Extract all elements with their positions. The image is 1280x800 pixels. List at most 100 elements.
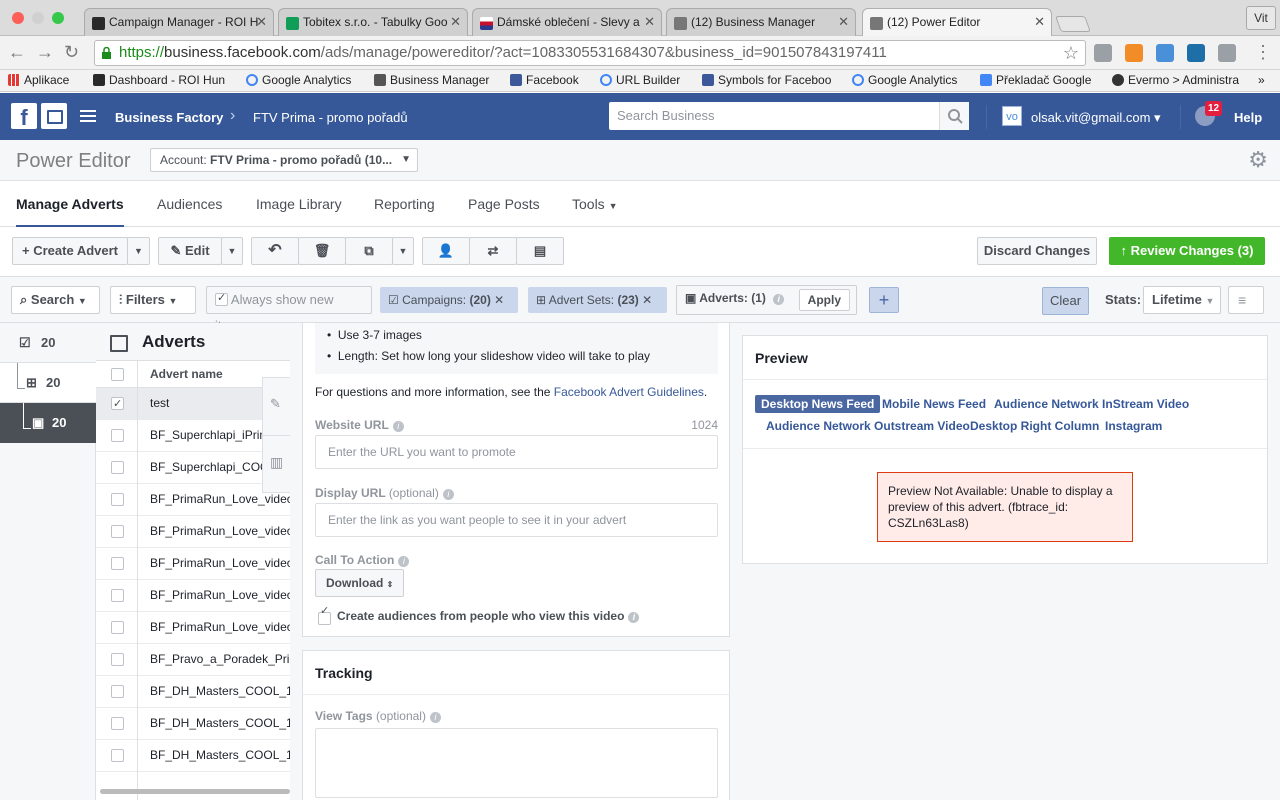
row-checkbox[interactable]	[111, 653, 124, 666]
edit-dropdown-button[interactable]: ▼	[221, 237, 243, 265]
level-adverts[interactable]: ▣ 20	[0, 403, 96, 443]
row-checkbox[interactable]	[111, 461, 124, 474]
tab-page-posts[interactable]: Page Posts	[468, 196, 540, 212]
review-changes-button[interactable]: ↑ Review Changes (3)	[1109, 237, 1265, 265]
tab-tools[interactable]: Tools ▼	[572, 196, 618, 212]
close-tab-icon[interactable]: ✕	[1034, 14, 1045, 30]
create-dropdown-button[interactable]: ▼	[127, 237, 150, 265]
search-business-input[interactable]: Search Business	[609, 102, 969, 130]
delete-button[interactable]: 🗑	[298, 237, 346, 265]
business-manager-logo-icon[interactable]	[41, 103, 67, 129]
new-tab-button[interactable]	[1055, 16, 1091, 32]
bookmark-facebook[interactable]: Facebook	[510, 73, 579, 87]
table-row[interactable]: BF_PrimaRun_Love_video2	[96, 580, 290, 612]
website-url-input[interactable]: Enter the URL you want to promote	[315, 435, 718, 469]
bar-chart-icon[interactable]: ▥	[270, 454, 283, 471]
row-checkbox[interactable]	[111, 749, 124, 762]
bookmark-evermo[interactable]: Evermo > Administra	[1112, 73, 1248, 87]
browser-tab-campaign-manager[interactable]: Campaign Manager - ROI H ✕	[84, 8, 274, 36]
horizontal-scrollbar[interactable]	[100, 789, 290, 794]
info-icon[interactable]: i	[628, 612, 640, 623]
tab-audiences[interactable]: Audiences	[157, 196, 222, 212]
audience-button[interactable]: 👤	[422, 237, 470, 265]
cta-select[interactable]: Download ⇕	[315, 569, 404, 597]
browser-tab-tobitex[interactable]: Tobitex s.r.o. - Tabulky Goo ✕	[278, 8, 468, 36]
tab-manage-adverts[interactable]: Manage Adverts	[16, 196, 124, 228]
filters-button[interactable]: ⫶ Filters ▼	[110, 286, 196, 314]
create-advert-button[interactable]: + Create Advert	[12, 237, 128, 265]
row-checkbox[interactable]	[111, 493, 124, 506]
bookmark-dashboard[interactable]: Dashboard - ROI Hun	[93, 73, 229, 87]
table-row[interactable]: BF_PrimaRun_Love_video1	[96, 484, 290, 516]
row-checkbox[interactable]	[111, 589, 124, 602]
info-icon[interactable]: i	[392, 421, 404, 432]
stats-select[interactable]: Lifetime ▼	[1143, 286, 1221, 314]
close-window-button[interactable]	[12, 12, 24, 24]
table-row[interactable]: BF_DH_Masters_COOL_17.	[96, 708, 290, 740]
add-filter-button[interactable]: +	[869, 287, 899, 313]
undo-button[interactable]: ↶	[251, 237, 299, 265]
search-icon[interactable]	[939, 102, 969, 130]
always-show-checkbox[interactable]	[215, 285, 228, 311]
discard-changes-button[interactable]: Discard Changes	[977, 237, 1097, 265]
close-tab-icon[interactable]: ✕	[450, 14, 461, 30]
s-extension-icon[interactable]	[1187, 44, 1205, 62]
create-audiences-checkbox[interactable]	[318, 604, 331, 625]
chrome-menu-icon[interactable]: ⋮	[1254, 42, 1272, 62]
table-row[interactable]: BF_PrimaRun_Love_video3	[96, 612, 290, 644]
bookmarks-overflow-icon[interactable]: »	[1258, 73, 1265, 87]
business-name[interactable]: Business Factory	[115, 110, 223, 125]
browser-tab-business-manager[interactable]: (12) Business Manager ✕	[666, 8, 856, 36]
account-selector[interactable]: Account: FTV Prima - promo pořadů (10...…	[150, 148, 418, 172]
campaigns-filter-chip[interactable]: ☑ Campaigns: (20) ✕	[380, 287, 518, 313]
always-show-toggle[interactable]: Always show new items	[206, 285, 372, 333]
table-row[interactable]: BF_DH_Masters_COOL_17.	[96, 676, 290, 708]
info-icon[interactable]: i	[442, 489, 454, 500]
preview-tab-desktop-news-feed[interactable]: Desktop News Feed	[755, 395, 881, 413]
edit-button[interactable]: ✎ Edit	[158, 237, 222, 265]
bookmark-star-icon[interactable]: ☆	[1063, 41, 1079, 65]
preview-tab-an-outstream[interactable]: Audience Network Outstream Video	[766, 419, 970, 433]
preview-tab-desktop-right-column[interactable]: Desktop Right Column	[970, 419, 1099, 433]
bookmark-prekladac[interactable]: Překladač Google	[980, 73, 1091, 87]
select-all-checkbox[interactable]	[111, 368, 124, 381]
camera-extension-icon[interactable]	[1218, 44, 1236, 62]
maximize-window-button[interactable]	[52, 12, 64, 24]
browser-user-chip[interactable]: Vit	[1246, 6, 1276, 30]
browser-tab-damske[interactable]: Dámské oblečení - Slevy a ✕	[472, 8, 662, 36]
row-checkbox[interactable]	[111, 685, 124, 698]
level-campaigns[interactable]: ☑ 20	[0, 323, 96, 363]
clear-button[interactable]: Clear	[1042, 287, 1089, 315]
account-name[interactable]: FTV Prima - promo pořadů	[253, 110, 408, 125]
analytics-extension-icon[interactable]	[1125, 44, 1143, 62]
table-row[interactable]: BF_Pravo_a_Poradek_Prima	[96, 644, 290, 676]
row-checkbox[interactable]	[111, 717, 124, 730]
bookmark-google-analytics-2[interactable]: Google Analytics	[852, 73, 957, 87]
adsets-filter-chip[interactable]: ⊞ Advert Sets: (23) ✕	[528, 287, 667, 313]
close-icon[interactable]: ✕	[642, 293, 652, 307]
bookmark-business-manager[interactable]: Business Manager	[374, 73, 489, 87]
info-icon[interactable]: i	[429, 712, 441, 723]
bookmark-symbols[interactable]: Symbols for Faceboo	[702, 73, 836, 87]
gear-icon[interactable]: ⚙	[1248, 148, 1268, 172]
back-icon[interactable]: ←	[8, 42, 26, 62]
table-row[interactable]: test	[96, 388, 290, 420]
menu-hamburger-icon[interactable]	[80, 110, 96, 122]
avatar[interactable]: vo	[1002, 106, 1022, 126]
column-header-advert-name[interactable]: Advert name	[96, 361, 290, 388]
facebook-logo-icon[interactable]: f	[11, 103, 37, 130]
tab-image-library[interactable]: Image Library	[256, 196, 342, 212]
preview-button[interactable]: ▤	[516, 237, 564, 265]
close-tab-icon[interactable]: ✕	[644, 14, 655, 30]
reload-icon[interactable]: ↻	[64, 42, 79, 62]
view-tags-textarea[interactable]	[315, 728, 718, 798]
minimize-window-button[interactable]	[32, 12, 44, 24]
code-extension-icon[interactable]	[1094, 44, 1112, 62]
display-url-input[interactable]: Enter the link as you want people to see…	[315, 503, 718, 537]
pencil-icon[interactable]: ✎	[270, 396, 281, 412]
info-icon[interactable]: i	[398, 556, 410, 567]
row-checkbox[interactable]	[111, 429, 124, 442]
table-row[interactable]: BF_Superchlapi_iPrima	[96, 420, 290, 452]
close-tab-icon[interactable]: ✕	[838, 14, 849, 30]
duplicate-button[interactable]: ⧉	[345, 237, 393, 265]
